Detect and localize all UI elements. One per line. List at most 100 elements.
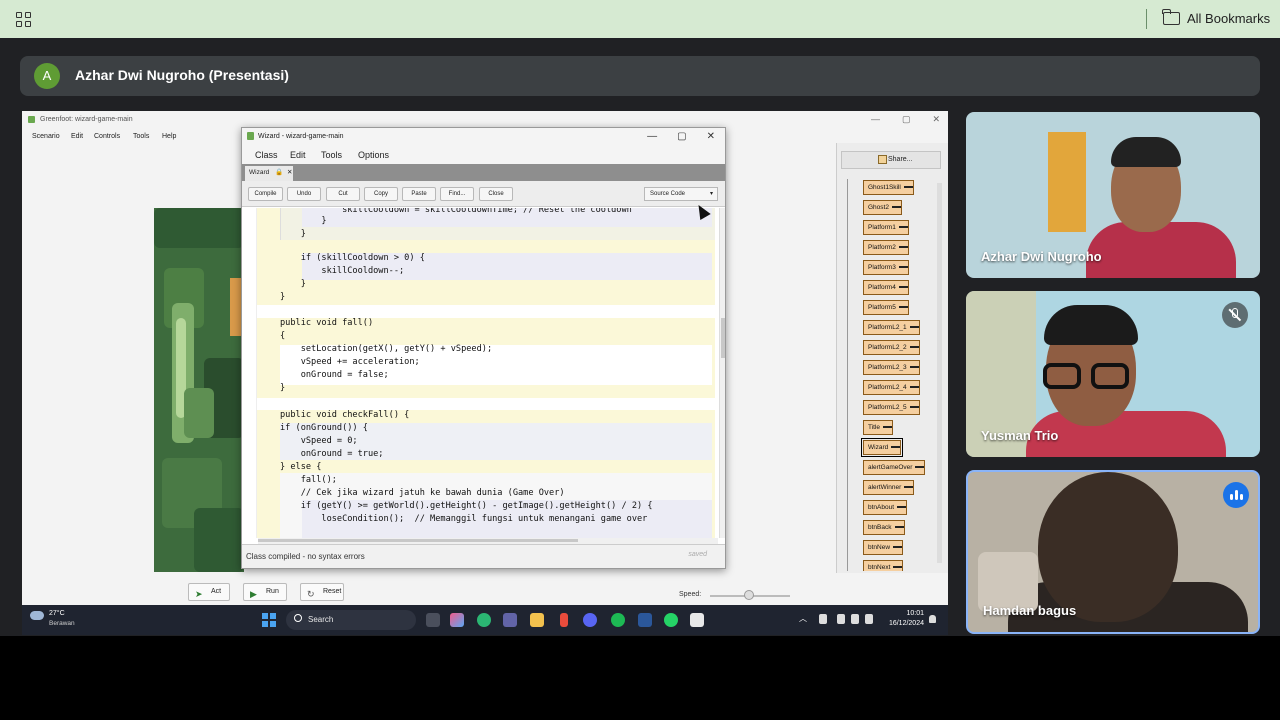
edge-icon[interactable] [477,613,491,627]
close-editor-button[interactable]: Close [479,187,513,201]
class-box[interactable]: btnBack [863,520,905,535]
editor-status-bar: Class compiled - no syntax errors saved [242,544,725,568]
tab-wizard[interactable]: Wizard 🔒 ✕ [245,166,293,181]
participant-tile[interactable]: Azhar Dwi Nugroho [966,112,1260,278]
tray-overflow-chevron-icon[interactable]: ︿ [799,613,807,624]
menu-edit[interactable]: Edit [290,150,306,160]
battery-icon[interactable] [865,614,873,624]
paste-button[interactable]: Paste [402,187,436,201]
class-panel-scrollbar[interactable] [937,183,942,563]
class-box-label: btnAbout [868,504,895,511]
copilot-icon[interactable] [450,613,464,627]
class-box[interactable]: Platform4 [863,280,909,295]
class-box[interactable]: alertGameOver [863,460,926,475]
reset-icon: ↻ [307,589,315,599]
code-line: { [280,331,286,341]
class-box[interactable]: Ghost2 [863,200,902,215]
code-editor[interactable]: skillCooldown = skillCooldownTime; // Re… [242,208,719,538]
share-button[interactable]: Share... [841,151,941,169]
class-box[interactable]: PlatformL2_5 [863,400,920,415]
find-button[interactable]: Find... [440,187,474,201]
menu-edit[interactable]: Edit [71,133,83,140]
menu-tools[interactable]: Tools [321,150,342,160]
weather-temperature[interactable]: 27°C [49,610,65,617]
menu-scenario[interactable]: Scenario [32,133,60,140]
reset-button[interactable]: ↻ Reset [300,583,344,601]
copy-button[interactable]: Copy [364,187,398,201]
class-box[interactable]: btnNext [863,560,904,571]
class-box[interactable]: alertWinner [863,480,915,495]
class-box[interactable]: Platform3 [863,260,909,275]
class-box[interactable]: btnNew [863,540,904,555]
folder-icon[interactable] [1162,9,1180,25]
participant-tile[interactable]: Yusman Trio [966,291,1260,457]
taskbar-date[interactable]: 16/12/2024 [880,620,924,627]
participant-tile-active-speaker[interactable]: Hamdan bagus [966,470,1260,634]
class-image-icon [891,206,901,209]
whatsapp-icon[interactable] [664,613,678,627]
word-icon[interactable] [638,613,652,627]
apps-grid-icon[interactable] [16,12,31,27]
menu-controls[interactable]: Controls [94,133,120,140]
spotify-icon[interactable] [611,613,625,627]
editor-minimize-button[interactable]: — [647,131,657,142]
teams-icon[interactable] [503,613,517,627]
search-label: Search [308,615,334,624]
code-line: } [280,292,286,302]
game-world[interactable] [154,208,244,572]
class-box[interactable]: PlatformL2_3 [863,360,920,375]
speed-slider-handle[interactable] [744,590,754,600]
compile-button[interactable]: Compile [248,187,283,201]
taskbar-search[interactable]: Search [286,610,416,630]
class-box[interactable]: Platform2 [863,240,909,255]
task-view-icon[interactable] [426,613,440,627]
code-line: public void fall() [280,318,374,328]
microphone-icon[interactable] [819,614,827,624]
participant-name: Yusman Trio [981,428,1059,443]
class-box[interactable]: Title [863,420,894,435]
undo-button[interactable]: Undo [287,187,321,201]
menu-options[interactable]: Options [358,150,389,160]
class-box[interactable]: PlatformL2_2 [863,340,920,355]
menu-tools[interactable]: Tools [133,133,149,140]
file-explorer-icon[interactable] [530,613,544,627]
class-image-icon [909,346,919,349]
windows-start-icon[interactable] [262,613,276,627]
all-bookmarks-button[interactable]: All Bookmarks [1187,11,1270,26]
view-select[interactable]: Source Code ▾ [644,187,718,201]
class-box-label: Platform5 [868,304,896,311]
class-box[interactable]: Ghost1Skill [863,180,914,195]
volume-icon[interactable] [851,614,859,624]
class-box[interactable]: Platform1 [863,220,909,235]
class-box[interactable]: Wizard [860,438,904,457]
figma-icon[interactable] [560,613,568,627]
class-box[interactable]: PlatformL2_1 [863,320,920,335]
notification-bell-icon[interactable] [929,615,936,623]
act-button[interactable]: ➤ Act [188,583,230,601]
editor-horizontal-scroll-thumb[interactable] [258,539,578,542]
tab-close-icon[interactable]: ✕ [287,169,292,176]
menu-help[interactable]: Help [162,133,176,140]
class-image-icon [909,386,919,389]
greenfoot-taskbar-icon[interactable] [690,613,704,627]
editor-vertical-scrollbar[interactable] [719,208,725,538]
taskbar-time[interactable]: 10:01 [886,610,924,617]
menu-class[interactable]: Class [255,150,278,160]
maximize-button[interactable]: ▢ [902,114,911,124]
editor-close-button[interactable]: ✕ [707,131,715,142]
discord-icon[interactable] [583,613,597,627]
editor-maximize-button[interactable]: ▢ [677,131,686,142]
class-box-label: PlatformL2_4 [868,384,907,391]
class-box[interactable]: PlatformL2_4 [863,380,920,395]
minimize-button[interactable]: — [871,114,880,124]
chevron-down-icon: ▾ [709,191,713,197]
class-box[interactable]: btnAbout [863,500,908,515]
run-button[interactable]: ▶ Run [243,583,287,601]
close-button[interactable]: ✕ [932,114,940,124]
weather-icon[interactable] [30,611,44,620]
class-box[interactable]: Platform5 [863,300,909,315]
code-line: vSpeed += acceleration; [280,357,420,367]
wifi-icon[interactable] [837,614,845,624]
editor-vertical-scroll-thumb[interactable] [721,318,725,358]
cut-button[interactable]: Cut [326,187,360,201]
